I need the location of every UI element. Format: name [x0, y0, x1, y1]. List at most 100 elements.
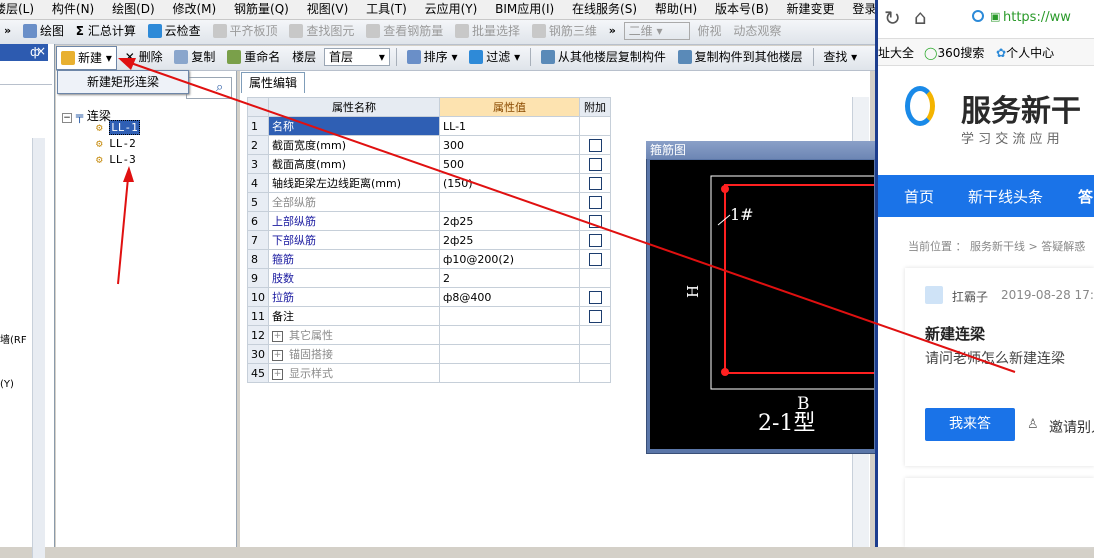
copy-to-floor-button[interactable]: 复制构件到其他楼层: [674, 46, 807, 68]
expand-icon[interactable]: +: [272, 330, 283, 342]
attach-checkbox[interactable]: [588, 252, 602, 266]
property-value[interactable]: 2ф25: [439, 211, 580, 231]
collapse-icon[interactable]: −: [62, 113, 72, 123]
menu-floor[interactable]: 楼层(L): [0, 0, 34, 18]
attach-checkbox[interactable]: [588, 214, 602, 228]
home-icon[interactable]: ⌂: [914, 5, 927, 29]
property-value[interactable]: 2ф25: [439, 230, 580, 250]
delete-button[interactable]: ✕ 删除: [121, 46, 167, 68]
property-value[interactable]: 300: [439, 135, 580, 155]
dynamic-view-button[interactable]: 动态观察: [729, 20, 785, 42]
bookmark-360[interactable]: ◯360搜索: [924, 44, 984, 61]
property-row[interactable]: 6 上部纵筋 2ф25: [247, 211, 611, 231]
property-row[interactable]: 7 下部纵筋 2ф25: [247, 230, 611, 250]
property-row[interactable]: 3 截面高度(mm) 500: [247, 154, 611, 174]
toolbar-overflow-icon-2[interactable]: »: [605, 20, 620, 42]
menu-draw[interactable]: 绘图(D): [112, 0, 155, 18]
menu-tools[interactable]: 工具(T): [366, 0, 407, 18]
draw-button[interactable]: 绘图: [19, 20, 68, 42]
tree-item-ll2[interactable]: ⚙ LL-2: [96, 137, 136, 150]
search-icon[interactable]: ⌕: [216, 80, 223, 95]
sort-button[interactable]: 排序 ▾: [403, 46, 462, 68]
search-input[interactable]: [186, 77, 232, 99]
rebar-3d-button[interactable]: 钢筋三维: [528, 20, 601, 42]
view-rebar-button[interactable]: 查看钢筋量: [362, 20, 447, 42]
property-row[interactable]: 8 箍筋 ф10@200(2): [247, 249, 611, 269]
attach-checkbox[interactable]: [588, 309, 602, 323]
bookmark-sites[interactable]: 址大全: [878, 44, 914, 61]
property-value[interactable]: LL-1: [439, 116, 580, 136]
attach-checkbox[interactable]: [588, 233, 602, 247]
property-row[interactable]: 30 + 锚固搭接: [247, 344, 611, 364]
cloud-check-button[interactable]: 云检查: [144, 20, 205, 42]
dimension-select[interactable]: 二维 ▾: [623, 22, 690, 40]
menu-help[interactable]: 帮助(H): [655, 0, 697, 18]
menu-component[interactable]: 构件(N): [52, 0, 94, 18]
nav-answers[interactable]: 答: [1078, 186, 1093, 207]
property-row[interactable]: 11 备注: [247, 306, 611, 326]
answer-button[interactable]: 我来答: [925, 408, 1015, 441]
invite-link[interactable]: 邀请别人: [1049, 417, 1094, 437]
question-title[interactable]: 新建连梁: [925, 323, 985, 344]
tab-property-edit[interactable]: 属性编辑: [241, 72, 305, 93]
attach-checkbox[interactable]: [588, 195, 602, 209]
url-input[interactable]: https://ww: [1003, 10, 1071, 25]
copy-button[interactable]: 复制: [170, 46, 219, 68]
expand-icon[interactable]: +: [272, 368, 283, 380]
property-value[interactable]: [439, 344, 580, 364]
property-value[interactable]: [439, 325, 580, 345]
refresh-icon[interactable]: ↻: [884, 6, 901, 30]
find-element-button[interactable]: 查找图元: [285, 20, 358, 42]
property-value[interactable]: (150): [439, 173, 580, 193]
question-user[interactable]: 扛霸子: [952, 288, 988, 305]
property-value[interactable]: [439, 363, 580, 383]
summary-button[interactable]: Σ 汇总计算: [72, 20, 140, 42]
flat-slab-button[interactable]: 平齐板顶: [209, 20, 282, 42]
search-button[interactable]: 查找 ▾: [819, 46, 861, 68]
attach-checkbox[interactable]: [588, 138, 602, 152]
property-row[interactable]: 1 名称 LL-1: [247, 116, 611, 136]
property-row[interactable]: 4 轴线距梁左边线距离(mm) (150): [247, 173, 611, 193]
top-view-button[interactable]: 俯视: [693, 20, 725, 42]
property-row[interactable]: 12 + 其它属性: [247, 325, 611, 345]
property-value[interactable]: [439, 192, 580, 212]
property-value[interactable]: 2: [439, 268, 580, 288]
filter-button[interactable]: 过滤 ▾: [465, 46, 524, 68]
tree-item-ll1[interactable]: ⚙ LL-1: [96, 120, 140, 135]
menu-modify[interactable]: 修改(M): [173, 0, 217, 18]
property-value[interactable]: 500: [439, 154, 580, 174]
expand-icon[interactable]: +: [272, 349, 283, 361]
avatar[interactable]: [925, 286, 943, 304]
property-row[interactable]: 45 + 显示样式: [247, 363, 611, 383]
menu-bim[interactable]: BIM应用(I): [495, 0, 554, 18]
menu-cloud[interactable]: 云应用(Y): [425, 0, 478, 18]
attach-checkbox[interactable]: [588, 176, 602, 190]
menu-new-change[interactable]: 新建变更: [786, 0, 834, 18]
property-row[interactable]: 10 拉筋 ф8@400: [247, 287, 611, 307]
menu-version[interactable]: 版本号(B): [715, 0, 769, 18]
menu-online[interactable]: 在线服务(S): [572, 0, 637, 18]
toolbar-overflow-icon[interactable]: »: [0, 20, 15, 42]
new-rect-beam-menu-item[interactable]: 新建矩形连梁: [57, 70, 189, 94]
dock-scrollbar[interactable]: [32, 138, 45, 558]
rename-button[interactable]: 重命名: [223, 46, 284, 68]
property-row[interactable]: 2 截面宽度(mm) 300: [247, 135, 611, 155]
stirrup-window-title[interactable]: 箍筋图: [646, 141, 875, 159]
floor-select[interactable]: 首层 ▾: [323, 48, 390, 66]
property-value[interactable]: ф10@200(2): [439, 249, 580, 269]
menu-view[interactable]: 视图(V): [307, 0, 349, 18]
copy-from-floor-button[interactable]: 从其他楼层复制构件: [537, 46, 670, 68]
attach-checkbox[interactable]: [588, 290, 602, 304]
close-icon[interactable]: ×: [36, 44, 46, 58]
bookmark-personal[interactable]: ✿个人中心: [996, 44, 1054, 61]
property-row[interactable]: 9 肢数 2: [247, 268, 611, 288]
new-button[interactable]: 新建 ▾: [56, 46, 117, 70]
menu-login[interactable]: 登录: [852, 0, 875, 18]
property-value[interactable]: [439, 306, 580, 326]
property-row[interactable]: 5 全部纵筋: [247, 192, 611, 212]
batch-select-button[interactable]: 批量选择: [451, 20, 524, 42]
tree-item-ll3[interactable]: ⚙ LL-3: [96, 153, 136, 166]
property-value[interactable]: ф8@400: [439, 287, 580, 307]
nav-headlines[interactable]: 新干线头条: [968, 186, 1043, 207]
menu-rebar-amount[interactable]: 钢筋量(Q): [234, 0, 289, 18]
